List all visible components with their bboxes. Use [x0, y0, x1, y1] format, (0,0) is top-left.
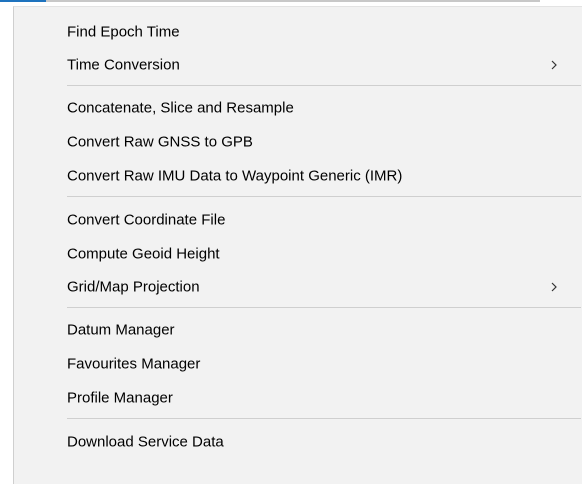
menu-item-profile-manager[interactable]: Profile Manager: [14, 383, 582, 413]
chevron-right-icon: [551, 282, 557, 292]
menu-item-convert-coordinate-file[interactable]: Convert Coordinate File: [14, 205, 582, 235]
menu-item-label: Convert Raw IMU Data to Waypoint Generic…: [67, 167, 403, 185]
window-top-border: [0, 0, 540, 2]
menu-item-compute-geoid-height[interactable]: Compute Geoid Height: [14, 239, 582, 269]
menu-item-label: Convert Raw GNSS to GPB: [67, 133, 253, 151]
context-menu: Find Epoch Time Time Conversion Concaten…: [13, 6, 582, 484]
chevron-right-icon: [551, 60, 557, 70]
menu-separator: [67, 196, 581, 197]
menu-item-grid-map-projection[interactable]: Grid/Map Projection: [14, 272, 582, 302]
menu-item-convert-raw-gnss[interactable]: Convert Raw GNSS to GPB: [14, 127, 582, 157]
menu-item-datum-manager[interactable]: Datum Manager: [14, 315, 582, 345]
page: Find Epoch Time Time Conversion Concaten…: [0, 0, 584, 484]
menu-item-label: Profile Manager: [67, 389, 173, 407]
menu-item-favourites-manager[interactable]: Favourites Manager: [14, 349, 582, 379]
menu-item-time-conversion[interactable]: Time Conversion: [14, 50, 582, 80]
menu-item-label: Find Epoch Time: [67, 23, 180, 41]
menu-item-label: Grid/Map Projection: [67, 278, 200, 296]
menu-item-find-epoch-time[interactable]: Find Epoch Time: [14, 17, 582, 47]
menu-separator: [67, 307, 581, 308]
menu-item-label: Compute Geoid Height: [67, 245, 220, 263]
menu-item-label: Concatenate, Slice and Resample: [67, 99, 294, 117]
menu-separator: [67, 85, 581, 86]
menu-item-label: Download Service Data: [67, 433, 224, 451]
menu-item-download-service-data[interactable]: Download Service Data: [14, 427, 582, 457]
menu-item-convert-raw-imu[interactable]: Convert Raw IMU Data to Waypoint Generic…: [14, 161, 582, 191]
menu-item-label: Datum Manager: [67, 321, 175, 339]
menu-item-label: Favourites Manager: [67, 355, 201, 373]
window-top-accent: [0, 0, 46, 2]
menu-item-concatenate-slice-resample[interactable]: Concatenate, Slice and Resample: [14, 93, 582, 123]
menu-item-label: Convert Coordinate File: [67, 211, 226, 229]
menu-separator: [67, 418, 581, 419]
menu-item-label: Time Conversion: [67, 56, 180, 74]
